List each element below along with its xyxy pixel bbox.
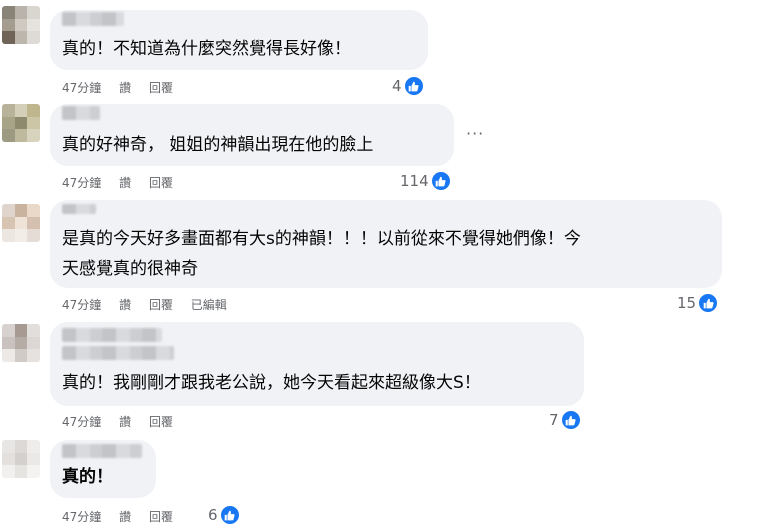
reaction-count[interactable]: 114 (400, 171, 451, 191)
timestamp[interactable]: 47分鐘 (62, 298, 101, 312)
reaction-count-value: 4 (392, 77, 402, 95)
reply-link[interactable]: 回覆 (149, 176, 173, 190)
thumbs-up-icon (430, 171, 451, 191)
reaction-count[interactable]: 6 (208, 505, 240, 525)
timestamp[interactable]: 47分鐘 (62, 510, 101, 524)
like-link[interactable]: 讚 (119, 176, 131, 190)
thumbs-up-icon (403, 76, 424, 96)
reply-link[interactable]: 回覆 (149, 510, 173, 524)
comment-meta: 47分鐘 讚 回覆 (62, 174, 187, 191)
timestamp[interactable]: 47分鐘 (62, 81, 101, 95)
comment-meta: 47分鐘 讚 回覆 (62, 79, 187, 96)
comment-text: 是真的今天好多畫面都有大s的神韻！！！以前從來不覺得她們像！今 天感覺真的很神奇 (62, 229, 581, 279)
like-link[interactable]: 讚 (119, 510, 131, 524)
author-name-extra (62, 346, 174, 360)
comment-bubble: 真的！我剛剛才跟我老公說，她今天看起來超級像大S！ (50, 322, 584, 406)
reaction-count[interactable]: 7 (549, 410, 581, 430)
more-options-icon[interactable]: ··· (466, 124, 484, 143)
comment-text: 真的！ (62, 467, 113, 487)
reaction-count-value: 15 (677, 294, 697, 312)
reply-link[interactable]: 回覆 (149, 298, 173, 312)
author-name[interactable] (62, 12, 124, 26)
comment-bubble: 真的好神奇， 姐姐的神韻出現在他的臉上 (50, 104, 454, 166)
reply-link[interactable]: 回覆 (149, 81, 173, 95)
avatar[interactable] (2, 440, 40, 478)
author-name[interactable] (62, 444, 142, 458)
comment-bubble: 是真的今天好多畫面都有大s的神韻！！！以前從來不覺得她們像！今 天感覺真的很神奇 (50, 200, 722, 288)
comment-bubble: 真的！不知道為什麼突然覺得長好像！ (50, 10, 428, 70)
comment-text: 真的！不知道為什麼突然覺得長好像！ (62, 39, 351, 59)
thumbs-up-icon (698, 293, 719, 313)
reaction-count[interactable]: 4 (392, 76, 424, 96)
author-name[interactable] (62, 106, 100, 120)
comment-meta: 47分鐘 讚 回覆 已編輯 (62, 296, 241, 313)
avatar[interactable] (2, 204, 40, 242)
timestamp[interactable]: 47分鐘 (62, 176, 101, 190)
comment-meta: 47分鐘 讚 回覆 (62, 413, 187, 430)
avatar[interactable] (2, 104, 40, 142)
comment-text: 真的好神奇， 姐姐的神韻出現在他的臉上 (62, 135, 374, 155)
like-link[interactable]: 讚 (119, 415, 131, 429)
reaction-count[interactable]: 15 (677, 293, 719, 313)
comment-meta: 47分鐘 讚 回覆 (62, 508, 187, 525)
avatar[interactable] (2, 6, 40, 44)
timestamp[interactable]: 47分鐘 (62, 415, 101, 429)
comment-text: 真的！我剛剛才跟我老公說，她今天看起來超級像大S！ (62, 373, 481, 393)
reply-link[interactable]: 回覆 (149, 415, 173, 429)
author-name[interactable] (62, 204, 96, 214)
thumbs-up-icon (560, 410, 581, 430)
like-link[interactable]: 讚 (119, 298, 131, 312)
thumbs-up-icon (219, 505, 240, 525)
comment-bubble: 真的！ (50, 440, 156, 498)
like-link[interactable]: 讚 (119, 81, 131, 95)
reaction-count-value: 7 (549, 411, 559, 429)
edited-label: 已編輯 (190, 298, 227, 312)
reaction-count-value: 114 (400, 172, 429, 190)
reaction-count-value: 6 (208, 506, 218, 524)
avatar[interactable] (2, 324, 40, 362)
author-name[interactable] (62, 328, 162, 342)
